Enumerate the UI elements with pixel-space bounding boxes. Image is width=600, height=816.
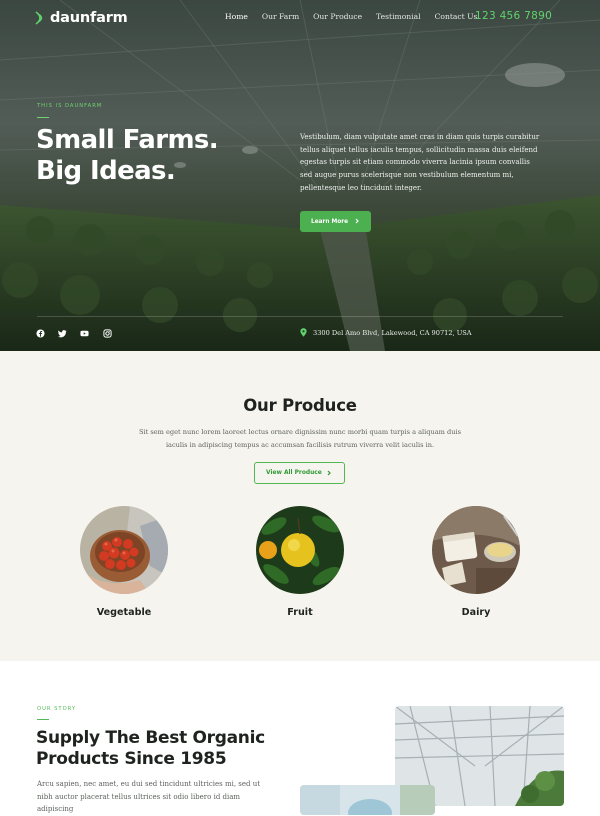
story-title-line-2: Products Since 1985 [36, 749, 227, 769]
view-all-produce-label: View All Produce [266, 470, 322, 476]
chevron-right-icon [355, 218, 359, 224]
nav-link-testimonial[interactable]: Testimonial [376, 12, 420, 21]
produce-item-fruit[interactable]: Fruit [250, 506, 350, 618]
view-all-produce-button[interactable]: View All Produce [254, 462, 345, 484]
story-body: Arcu sapien, nec amet, eu dui sed tincid… [37, 780, 261, 813]
produce-label-vegetable: Vegetable [96, 607, 152, 618]
phone-number[interactable]: 123 456 7890 [475, 10, 552, 22]
produce-description: Sit sem eget nunc lorem laoreet lectus o… [139, 428, 461, 449]
produce-label-fruit: Fruit [287, 607, 313, 618]
farmer-image [300, 785, 435, 815]
twitter-icon[interactable] [58, 329, 67, 338]
youtube-icon[interactable] [80, 329, 89, 338]
tomatoes-image [80, 506, 168, 594]
hero-section: daunfarm Home Our Farm Our Produce Testi… [0, 0, 600, 351]
logo-text: daunfarm [50, 10, 128, 26]
instagram-icon[interactable] [103, 329, 112, 338]
chevron-right-icon [327, 470, 331, 476]
hero-title-line-1: Small Farms. [36, 125, 219, 155]
cheese-image [432, 506, 520, 594]
story-title-line-1: Supply The Best Organic [36, 728, 265, 748]
story-title: Supply The Best Organic Products Since 1… [36, 728, 265, 770]
story-eyebrow: OUR STORY [37, 706, 77, 712]
produce-item-dairy[interactable]: Dairy [426, 506, 526, 618]
hero-description: Vestibulum, diam vulputate amet cras in … [300, 133, 540, 192]
story-section: OUR STORY Supply The Best Organic Produc… [0, 661, 600, 815]
hero-eyebrow-divider [37, 117, 49, 118]
hero-title: Small Farms. Big Ideas. [36, 125, 219, 187]
facebook-icon[interactable] [36, 329, 45, 338]
produce-title: Our Produce [243, 396, 357, 415]
nav-link-our-produce[interactable]: Our Produce [313, 12, 362, 21]
produce-label-dairy: Dairy [461, 607, 491, 618]
main-nav: Home Our Farm Our Produce Testimonial Co… [225, 12, 491, 21]
hero-eyebrow: THIS IS DAUNFARM [37, 103, 103, 109]
story-eyebrow-divider [37, 719, 49, 720]
hero-title-line-2: Big Ideas. [36, 156, 176, 186]
learn-more-button[interactable]: Learn More [300, 211, 371, 232]
logo[interactable]: daunfarm [34, 9, 128, 27]
logo-icon [35, 11, 43, 25]
lemons-image [256, 506, 344, 594]
nav-link-our-farm[interactable]: Our Farm [262, 12, 299, 21]
produce-item-vegetable[interactable]: Vegetable [74, 506, 174, 618]
map-pin-icon [300, 328, 307, 337]
hero-divider [37, 316, 563, 317]
learn-more-label: Learn More [311, 218, 349, 225]
nav-link-contact-us[interactable]: Contact Us [435, 12, 478, 21]
address-text: 3300 Del Amo Blvd, Lakewood, CA 90712, U… [313, 328, 472, 337]
nav-link-home[interactable]: Home [225, 12, 248, 21]
produce-section: Our Produce Sit sem eget nunc lorem laor… [0, 351, 600, 661]
address: 3300 Del Amo Blvd, Lakewood, CA 90712, U… [300, 328, 472, 337]
